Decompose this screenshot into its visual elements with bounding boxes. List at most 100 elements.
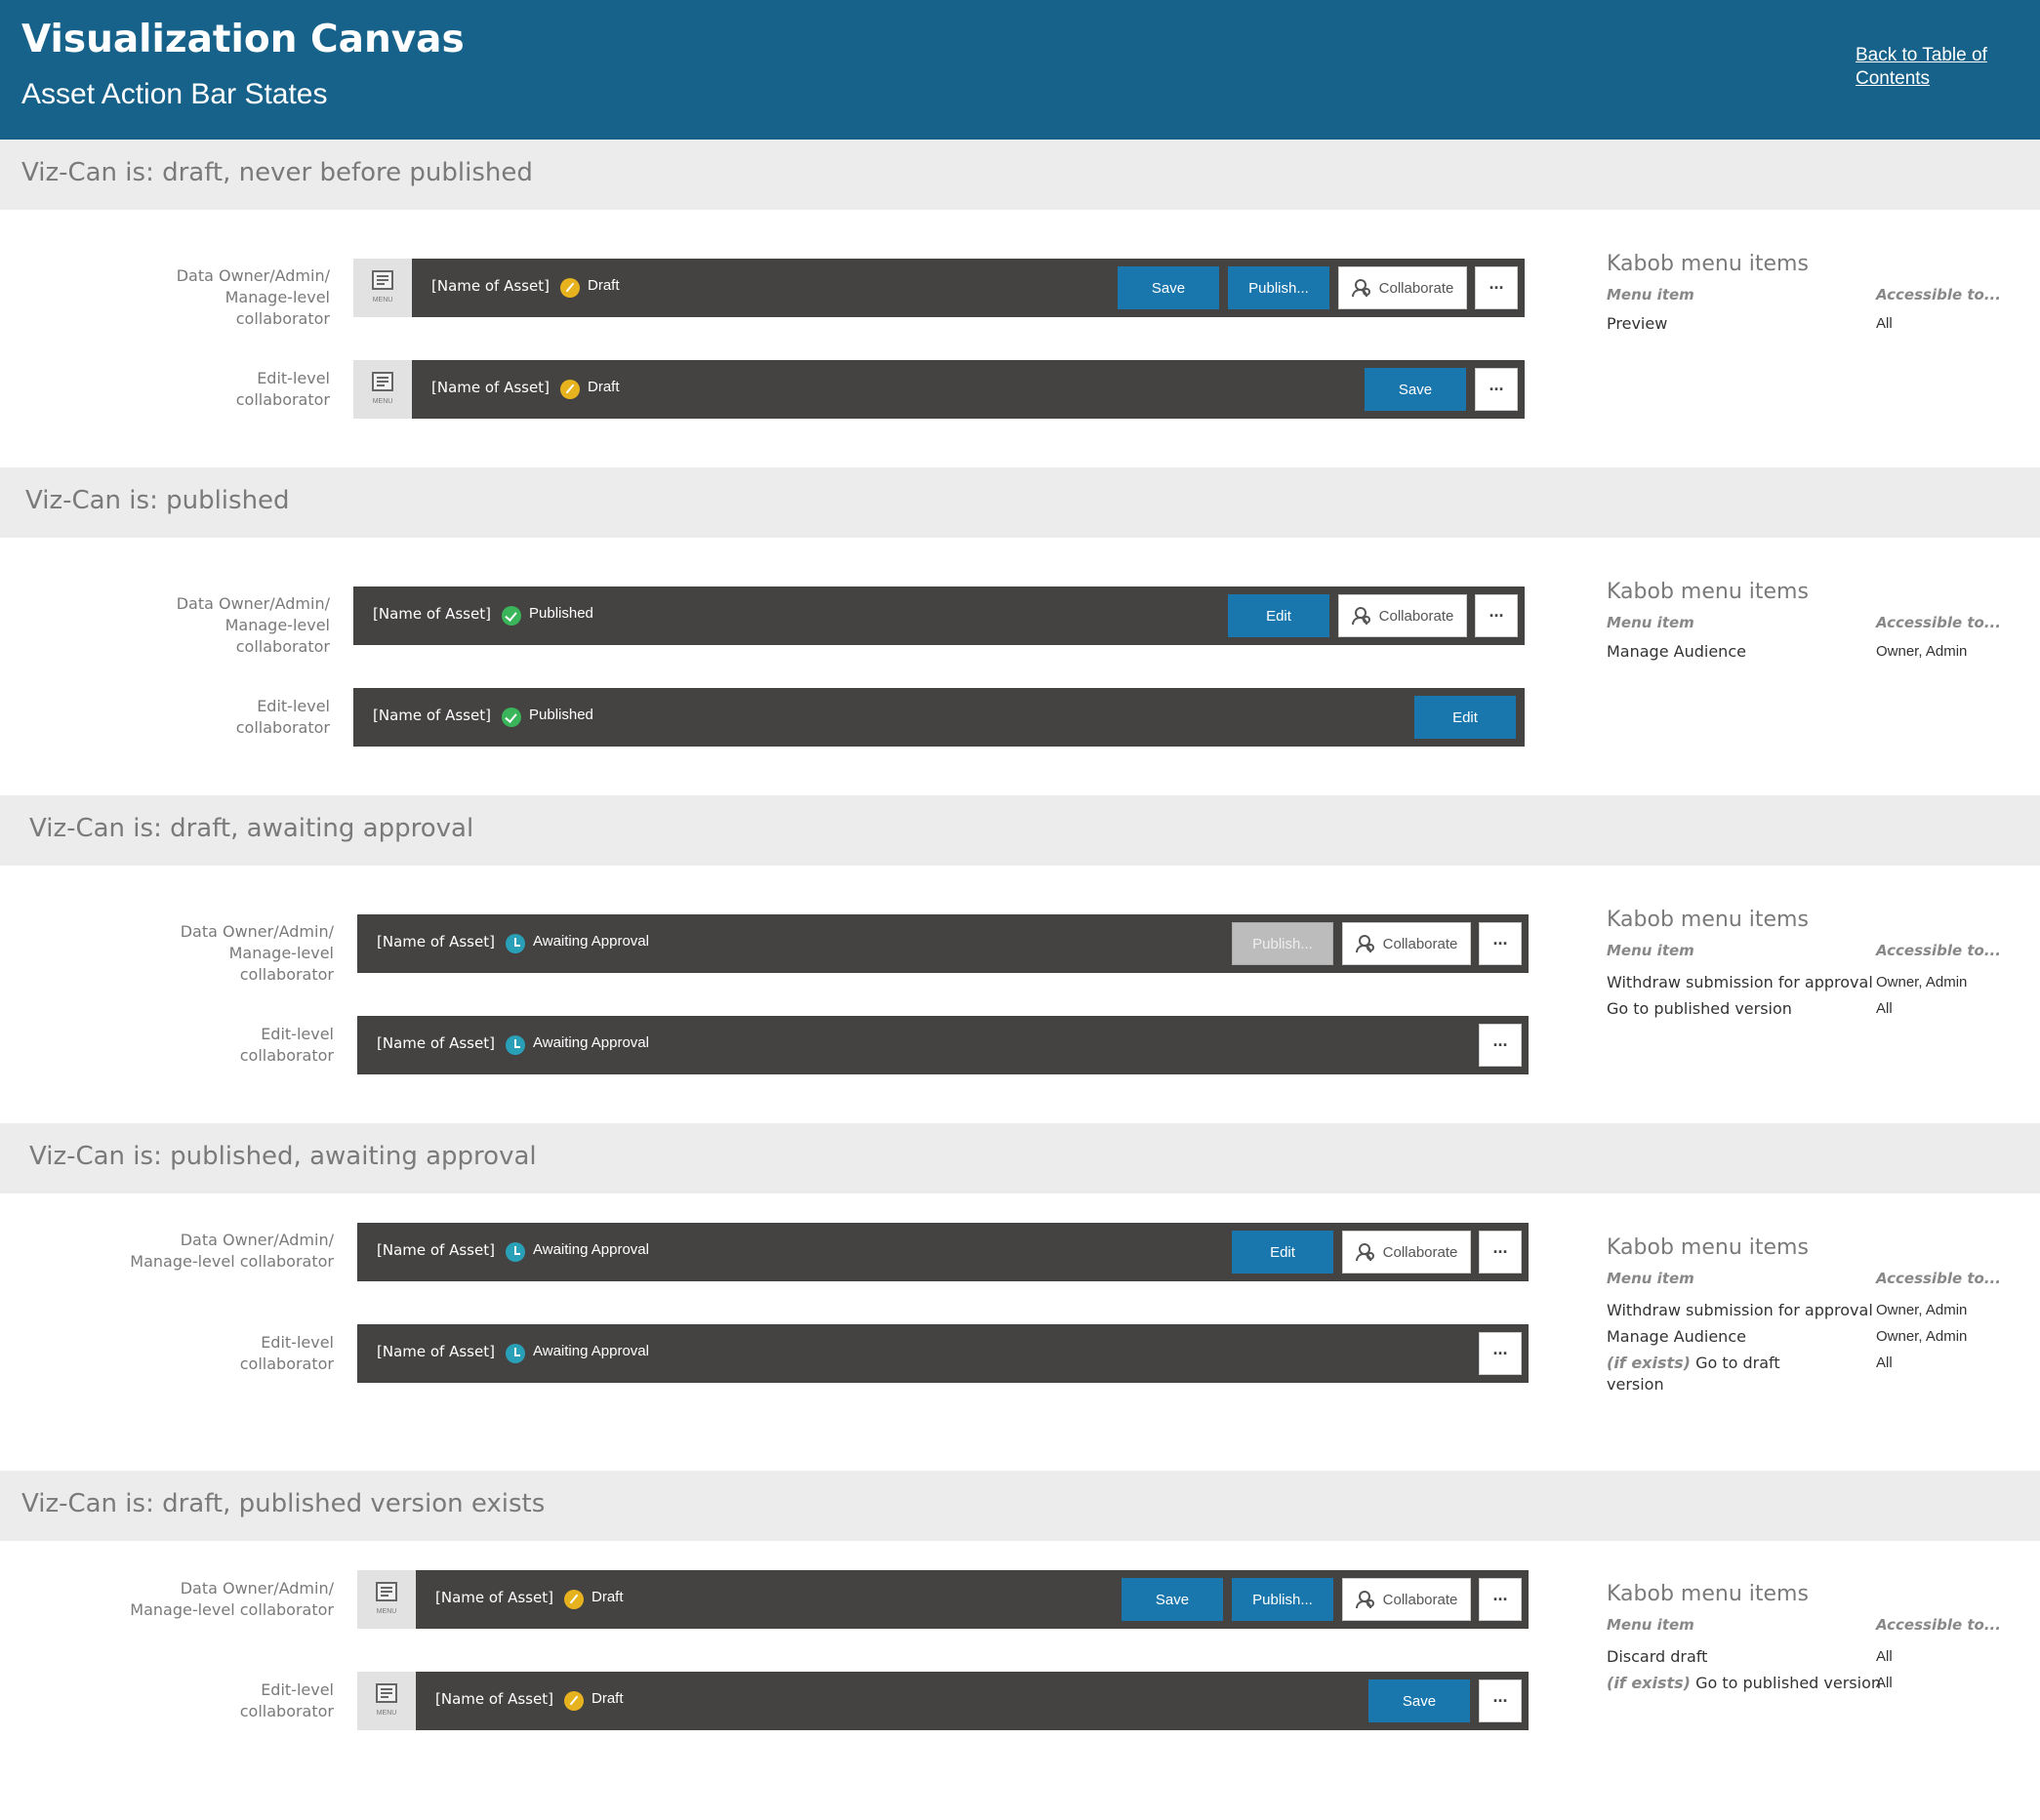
status-text: Awaiting Approval	[533, 933, 649, 950]
kabob-item-access: All	[1876, 1355, 1893, 1371]
kabob-menu-button[interactable]: ···	[1479, 1578, 1522, 1621]
asset-name: [Name of Asset]	[377, 933, 495, 950]
asset-action-bar: [Name of Asset] Awaiting Approval Edit C…	[357, 1223, 1529, 1281]
status-text: Draft	[592, 1690, 624, 1707]
section-title: Viz-Can is: draft, published version exi…	[21, 1489, 546, 1518]
publish-button[interactable]: Publish...	[1232, 1578, 1333, 1621]
menu-button[interactable]: MENU	[353, 360, 412, 419]
status-text: Draft	[588, 277, 620, 294]
menu-button[interactable]: MENU	[353, 259, 412, 317]
collaborate-label: Collaborate	[1382, 1243, 1458, 1261]
kabob-item-label: Manage Audience	[1607, 1327, 1746, 1346]
add-person-icon	[1351, 279, 1370, 297]
collaborate-label: Collaborate	[1378, 607, 1454, 625]
kabob-menu-button[interactable]: ···	[1479, 1679, 1522, 1722]
save-button[interactable]: Save	[1365, 368, 1466, 411]
published-status-icon	[502, 606, 521, 626]
asset-action-bar: [Name of Asset] Awaiting Approval Publis…	[357, 914, 1529, 973]
status-text: Draft	[592, 1589, 624, 1605]
section-title: Viz-Can is: published, awaiting approval	[29, 1142, 537, 1171]
status-text: Awaiting Approval	[533, 1343, 649, 1359]
accessible-to-column-header: Accessible to...	[1876, 1270, 2001, 1287]
accessible-to-column-header: Accessible to...	[1876, 286, 2001, 303]
publish-button[interactable]: Publish...	[1228, 266, 1329, 309]
save-button[interactable]: Save	[1122, 1578, 1223, 1621]
save-button[interactable]: Save	[1368, 1679, 1470, 1722]
edit-button[interactable]: Edit	[1414, 696, 1516, 739]
section-title: Viz-Can is: draft, never before publishe…	[21, 158, 533, 187]
status-text: Published	[529, 605, 593, 622]
section-header-draft-never-published: Viz-Can is: draft, never before publishe…	[0, 140, 2040, 210]
kabob-item-label: (if exists) Go to draft version	[1607, 1353, 1792, 1395]
asset-action-bar: MENU [Name of Asset] Draft Save Publish.…	[357, 1570, 1529, 1629]
role-label-edit: Edit-level collaborator	[239, 1333, 334, 1373]
clock-status-icon	[506, 1344, 525, 1363]
page-header: Visualization Canvas Asset Action Bar St…	[0, 0, 2040, 140]
menu-button[interactable]: MENU	[357, 1672, 416, 1730]
asset-name: [Name of Asset]	[377, 1343, 495, 1360]
add-person-icon	[1355, 1591, 1374, 1608]
kabob-menu-button[interactable]: ···	[1479, 922, 1522, 965]
menu-item-column-header: Menu item	[1607, 1270, 1694, 1287]
collaborate-label: Collaborate	[1382, 1591, 1458, 1608]
asset-name: [Name of Asset]	[373, 707, 491, 724]
kabob-menu-button[interactable]: ···	[1475, 266, 1518, 309]
draft-status-icon	[564, 1590, 584, 1609]
menu-icon	[376, 1683, 397, 1703]
asset-name: [Name of Asset]	[435, 1690, 553, 1708]
kabob-item-access: All	[1876, 1648, 1893, 1665]
page-subtitle: Asset Action Bar States	[21, 78, 328, 110]
save-button[interactable]: Save	[1118, 266, 1219, 309]
collaborate-button[interactable]: Collaborate	[1338, 266, 1467, 309]
asset-name: [Name of Asset]	[431, 277, 550, 295]
kabob-item-access: Owner, Admin	[1876, 974, 1968, 991]
menu-label: MENU	[372, 297, 393, 303]
role-label-edit: Edit-level collaborator	[239, 1025, 334, 1065]
edit-button[interactable]: Edit	[1232, 1231, 1333, 1274]
section-title: Viz-Can is: draft, awaiting approval	[29, 814, 474, 843]
menu-item-column-header: Menu item	[1607, 942, 1694, 959]
back-to-toc-link[interactable]: Back to Table of Contents	[1856, 44, 2012, 91]
menu-button[interactable]: MENU	[357, 1570, 416, 1629]
asset-action-bar: MENU [Name of Asset] Draft Save Publish.…	[353, 259, 1525, 317]
asset-name: [Name of Asset]	[373, 605, 491, 623]
section-header-draft-published-version-exists: Viz-Can is: draft, published version exi…	[0, 1471, 2040, 1541]
asset-name: [Name of Asset]	[431, 379, 550, 396]
status-text: Published	[529, 707, 593, 723]
kabob-menu-button[interactable]: ···	[1475, 368, 1518, 411]
kabob-item-access: All	[1876, 1675, 1893, 1691]
accessible-to-column-header: Accessible to...	[1876, 614, 2001, 631]
kabob-panel-title: Kabob menu items	[1607, 252, 1809, 276]
draft-status-icon	[564, 1691, 584, 1711]
asset-action-bar: [Name of Asset] Published Edit Collabora…	[353, 586, 1525, 645]
clock-status-icon	[506, 1242, 525, 1262]
section-header-published-awaiting-approval: Viz-Can is: published, awaiting approval	[0, 1123, 2040, 1193]
edit-button[interactable]: Edit	[1228, 594, 1329, 637]
collaborate-label: Collaborate	[1382, 935, 1458, 952]
asset-action-bar: [Name of Asset] Awaiting Approval ···	[357, 1324, 1529, 1383]
section-header-published: Viz-Can is: published	[0, 467, 2040, 538]
collaborate-button[interactable]: Collaborate	[1338, 594, 1467, 637]
collaborate-button[interactable]: Collaborate	[1342, 1231, 1471, 1274]
draft-status-icon	[560, 278, 580, 298]
kabob-menu-button[interactable]: ···	[1479, 1024, 1522, 1067]
menu-label: MENU	[376, 1608, 397, 1615]
kabob-item-label: (if exists) Go to published version	[1607, 1673, 1881, 1694]
asset-action-bar: MENU [Name of Asset] Draft Save ···	[357, 1672, 1529, 1730]
collaborate-button[interactable]: Collaborate	[1342, 922, 1471, 965]
publish-button-disabled: Publish...	[1232, 922, 1333, 965]
add-person-icon	[1355, 1243, 1374, 1261]
kabob-item-label: Discard draft	[1607, 1647, 1708, 1666]
kabob-menu-button[interactable]: ···	[1479, 1231, 1522, 1274]
section-header-draft-awaiting-approval: Viz-Can is: draft, awaiting approval	[0, 795, 2040, 866]
role-label-owner: Data Owner/Admin/ Manage-level collabora…	[176, 594, 330, 656]
kabob-menu-button[interactable]: ···	[1479, 1332, 1522, 1375]
section-title: Viz-Can is: published	[25, 486, 290, 515]
menu-icon	[372, 372, 393, 391]
kabob-menu-button[interactable]: ···	[1475, 594, 1518, 637]
kabob-item-label: Go to published version	[1607, 999, 1792, 1018]
collaborate-button[interactable]: Collaborate	[1342, 1578, 1471, 1621]
kabob-item-label: Manage Audience	[1607, 642, 1746, 661]
kabob-item-access: Owner, Admin	[1876, 1328, 1968, 1345]
status-text: Draft	[588, 379, 620, 395]
